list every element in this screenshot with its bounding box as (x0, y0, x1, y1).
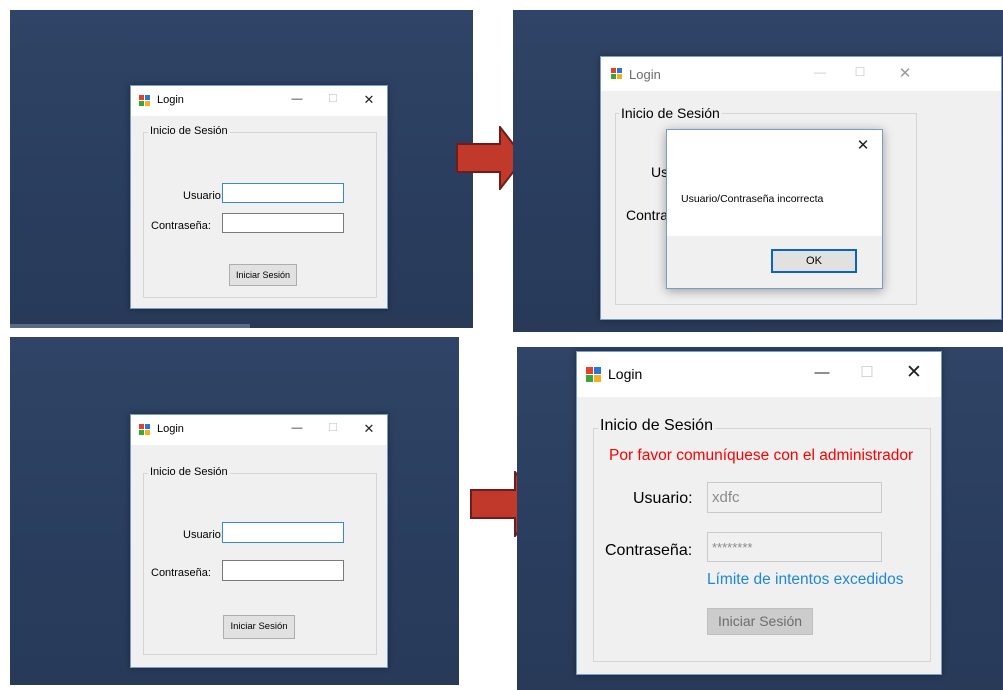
title-bar[interactable]: Login — ☐ ✕ (601, 57, 1001, 91)
minimize-button[interactable]: — (285, 93, 309, 105)
ok-button[interactable]: OK (771, 249, 857, 273)
user-input[interactable] (222, 522, 344, 543)
close-icon[interactable]: ✕ (892, 64, 918, 82)
user-label: Usuario: (183, 529, 224, 541)
window-title: Login (157, 94, 184, 106)
panel-login-error: Login — ☐ ✕ Inicio de Sesión Us Contra ✕… (513, 10, 1003, 332)
maximize-button[interactable]: ☐ (321, 92, 345, 105)
pass-input[interactable] (222, 560, 344, 581)
login-button[interactable]: Iniciar Sesión (707, 608, 813, 635)
group-label: Inicio de Sesión (619, 105, 722, 121)
maximize-button[interactable]: ☐ (852, 363, 882, 381)
user-input[interactable] (222, 183, 344, 203)
maximize-button[interactable]: ☐ (321, 421, 345, 434)
app-icon (611, 68, 623, 80)
login-window: Login — ☐ ✕ Inicio de Sesión Por favor c… (576, 351, 942, 675)
pass-input[interactable] (222, 213, 344, 233)
panel-login-initial: Login — ☐ ✕ Inicio de Sesión Usuario: Co… (10, 10, 473, 328)
login-button[interactable]: Iniciar Sesión (229, 264, 297, 286)
pass-label: Contraseña: (151, 220, 211, 232)
user-label: Usuario: (183, 190, 224, 202)
login-window: Login — ☐ ✕ Inicio de Sesión Usuario: Co… (130, 85, 388, 309)
window-title: Login (608, 366, 643, 382)
close-icon[interactable]: ✕ (357, 421, 381, 437)
user-input[interactable] (707, 482, 882, 513)
app-icon (139, 95, 151, 107)
window-title: Login (629, 67, 661, 82)
title-bar[interactable]: Login — ☐ ✕ (577, 352, 941, 397)
panel-login-locked: Login — ☐ ✕ Inicio de Sesión Por favor c… (517, 347, 1003, 690)
dialog-close-icon[interactable]: ✕ (851, 136, 875, 154)
minimize-button[interactable]: — (807, 364, 837, 381)
warning-message: Por favor comuníquese con el administrad… (609, 447, 914, 464)
error-dialog: ✕ Usuario/Contraseña incorrecta OK (666, 129, 883, 289)
taskbar-strip (10, 324, 250, 328)
group-label: Inicio de Sesión (598, 417, 715, 435)
group-label: Inicio de Sesión (148, 466, 230, 478)
dialog-footer: OK (667, 236, 882, 288)
minimize-button[interactable]: — (285, 422, 309, 434)
pass-input[interactable] (707, 532, 882, 562)
pass-label-partial: Contra (626, 207, 669, 223)
pass-label: Contraseña: (605, 542, 693, 559)
close-icon[interactable]: ✕ (357, 92, 381, 108)
maximize-button[interactable]: ☐ (847, 65, 873, 79)
group-label: Inicio de Sesión (148, 125, 230, 137)
login-button[interactable]: Iniciar Sesión (223, 615, 295, 639)
user-label: Usuario: (633, 490, 693, 507)
title-bar[interactable]: Login — ☐ ✕ (131, 86, 387, 116)
minimize-button[interactable]: — (807, 65, 833, 79)
error-message: Usuario/Contraseña incorrecta (681, 193, 824, 205)
title-bar[interactable]: Login — ☐ ✕ (131, 415, 387, 445)
app-icon (586, 367, 602, 383)
pass-label: Contraseña: (151, 567, 211, 579)
panel-login-retry: Login — ☐ ✕ Inicio de Sesión Usuario: Co… (10, 337, 459, 685)
app-icon (139, 424, 151, 436)
window-title: Login (157, 423, 184, 435)
login-window: Login — ☐ ✕ Inicio de Sesión Usuario: Co… (130, 414, 388, 668)
limit-message: Límite de intentos excedidos (707, 571, 904, 588)
close-icon[interactable]: ✕ (899, 361, 929, 384)
